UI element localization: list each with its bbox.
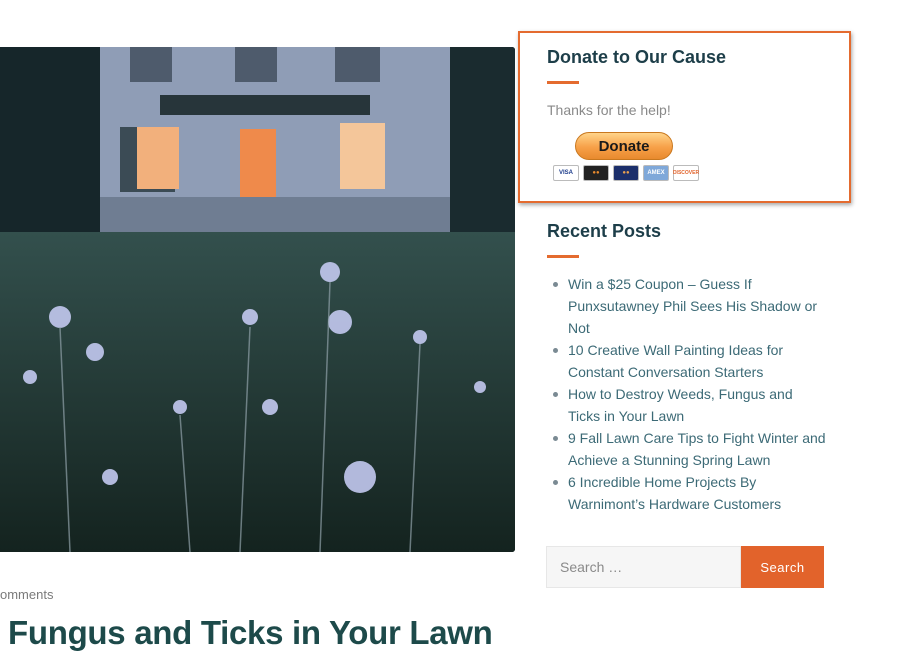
recent-post-link[interactable]: How to Destroy Weeds, Fungus and Ticks i… (568, 386, 793, 424)
search-button[interactable]: Search (741, 546, 824, 588)
donate-widget-title: Donate to Our Cause (547, 47, 727, 67)
discover-card-icon: DISCOVER (673, 165, 699, 181)
donate-button[interactable]: Donate (575, 132, 673, 160)
list-item: 9 Fall Lawn Care Tips to Fight Winter an… (553, 427, 828, 471)
house-photo (0, 47, 515, 552)
title-underline (547, 81, 579, 84)
list-item: 10 Creative Wall Painting Ideas for Cons… (553, 339, 828, 383)
recent-posts-list: Win a $25 Coupon – Guess If Punxsutawney… (553, 273, 828, 515)
recent-post-link[interactable]: 9 Fall Lawn Care Tips to Fight Winter an… (568, 430, 826, 468)
featured-image (0, 47, 515, 552)
recent-posts-title: Recent Posts (547, 221, 662, 241)
visa-card-icon: VISA (553, 165, 579, 181)
title-underline (547, 255, 579, 258)
recent-post-link[interactable]: 6 Incredible Home Projects By Warnimont’… (568, 474, 781, 512)
list-item: How to Destroy Weeds, Fungus and Ticks i… (553, 383, 828, 427)
list-item: 6 Incredible Home Projects By Warnimont’… (553, 471, 828, 515)
maestro-card-icon: ●● (613, 165, 639, 181)
search-input[interactable] (546, 546, 741, 588)
donate-text: Thanks for the help! (547, 102, 671, 118)
amex-card-icon: AMEX (643, 165, 669, 181)
post-meta: omments (0, 587, 54, 602)
list-item: Win a $25 Coupon – Guess If Punxsutawney… (553, 273, 828, 339)
recent-post-link[interactable]: Win a $25 Coupon – Guess If Punxsutawney… (568, 276, 817, 336)
recent-post-link[interactable]: 10 Creative Wall Painting Ideas for Cons… (568, 342, 783, 380)
payment-cards: VISA ●● ●● AMEX DISCOVER (553, 165, 699, 181)
mastercard-icon: ●● (583, 165, 609, 181)
post-title: Fungus and Ticks in Your Lawn (8, 614, 493, 651)
